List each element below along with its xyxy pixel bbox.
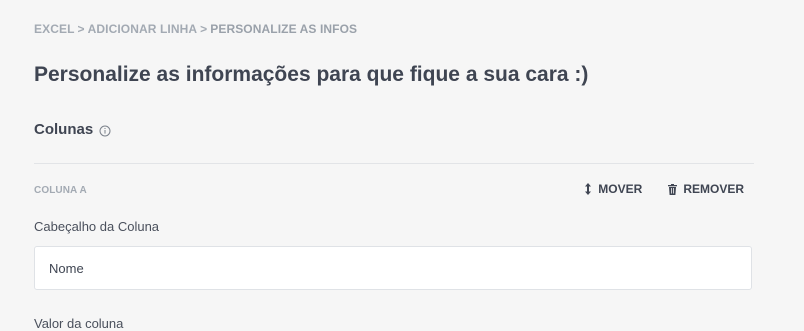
breadcrumb-item-excel[interactable]: EXCEL	[34, 22, 75, 36]
breadcrumb-item-adicionar-linha[interactable]: ADICIONAR LINHA	[88, 22, 198, 36]
move-icon	[585, 183, 592, 195]
column-actions: MOVER REMOVER	[584, 182, 744, 196]
page-title: Personalize as informações para que fiqu…	[34, 63, 589, 86]
columns-section-title: Colunas	[34, 121, 111, 138]
remove-button[interactable]: REMOVER	[668, 182, 744, 196]
move-button[interactable]: MOVER	[584, 182, 642, 196]
columns-section-label: Colunas	[34, 121, 94, 138]
breadcrumb-item-current: PERSONALIZE AS INFOS	[210, 22, 358, 36]
column-header-input[interactable]	[34, 246, 752, 290]
trash-icon	[668, 183, 678, 195]
section-divider	[34, 163, 754, 164]
header-field-label: Cabeçalho da Coluna	[34, 219, 160, 234]
column-label: COLUNA A	[34, 185, 87, 196]
breadcrumb: EXCEL > ADICIONAR LINHA > PERSONALIZE AS INF…	[34, 22, 357, 36]
breadcrumb-separator: >	[200, 22, 208, 36]
move-button-label: MOVER	[598, 182, 643, 196]
value-field-label: Valor da coluna	[34, 316, 124, 331]
breadcrumb-separator: >	[77, 22, 85, 36]
remove-button-label: REMOVER	[683, 182, 744, 196]
info-icon[interactable]	[99, 124, 111, 136]
